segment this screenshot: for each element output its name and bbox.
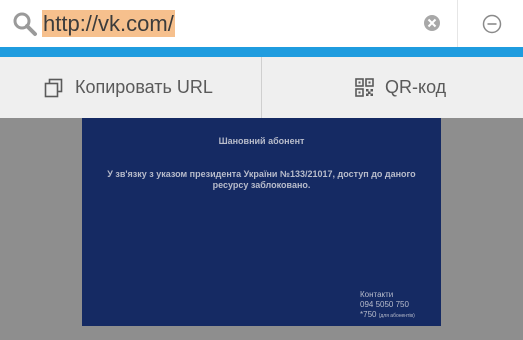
url-bar: http://vk.com/ — [0, 0, 523, 47]
copy-url-label: Копировать URL — [75, 77, 213, 97]
copy-url-button[interactable]: Копировать URL — [44, 57, 213, 118]
blocked-page-notice: Шановний абонент У зв'язку з указом през… — [82, 118, 441, 326]
qr-code-button[interactable]: QR-код — [355, 57, 446, 118]
search-icon — [13, 12, 37, 36]
urlbar-divider — [457, 0, 458, 47]
clear-icon[interactable] — [423, 14, 441, 32]
progress-bar — [0, 47, 523, 57]
minus-circle-icon[interactable] — [482, 14, 502, 34]
action-bar: Копировать URL QR-код — [0, 57, 523, 118]
url-input[interactable]: http://vk.com/ — [42, 10, 175, 37]
notice-title: Шановний абонент — [218, 136, 305, 146]
qr-code-label: QR-код — [385, 77, 447, 97]
contacts-phone: 094 5050 750 — [360, 300, 409, 309]
qr-code-icon — [355, 78, 374, 97]
notice-contacts: Контакти 094 5050 750 *750 (для абоненті… — [360, 290, 415, 321]
notice-message: У зв'язку з указом президента України №1… — [107, 169, 416, 190]
copy-icon — [44, 78, 63, 97]
contacts-short-code-line: *750 (для абонентів) — [360, 310, 415, 321]
actions-divider — [261, 57, 262, 118]
contacts-short-code-note: (для абонентів) — [378, 313, 415, 319]
contacts-label: Контакти — [360, 290, 394, 299]
contacts-short-code: *750 — [360, 310, 377, 319]
